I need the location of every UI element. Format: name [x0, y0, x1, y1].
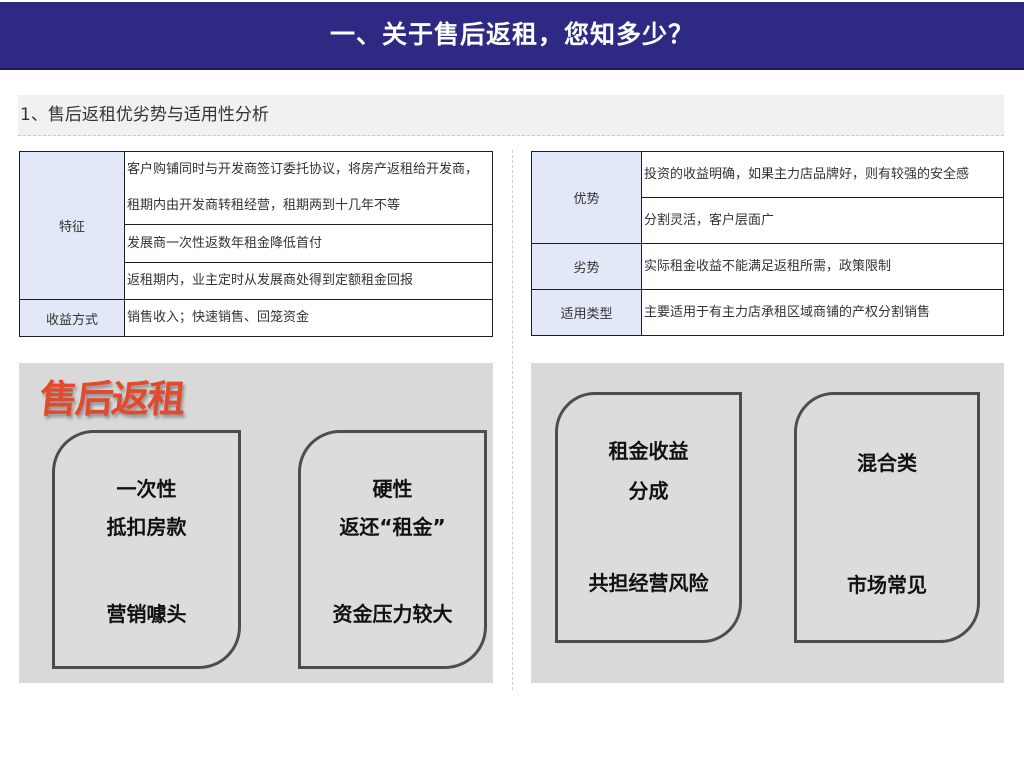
- header-banner: 一、关于售后返租，您知多少？: [0, 2, 1024, 70]
- feature-row-1: 客户购铺同时与开发商签订委托协议，将房产返租给开发商，租期内由开发商转租经营，租…: [124, 151, 493, 225]
- applicable-type-value: 主要适用于有主力店承租区域商铺的产权分割销售: [641, 289, 1004, 336]
- section-title: 1、售后返租优劣势与适用性分析: [20, 105, 269, 125]
- column-divider: [512, 150, 513, 690]
- card-hard-return-line3: 资金压力较大: [332, 602, 453, 626]
- advantage-label: 优势: [531, 151, 642, 244]
- feature-row-3: 返租期内，业主定时从发展商处得到定额租金回报: [124, 262, 493, 300]
- card-one-time-line1: 一次性: [116, 477, 177, 501]
- card-rent-share: 租金收益 分成 共担经营风险: [555, 392, 742, 643]
- card-hard-return-line2: 返还“租金”: [339, 515, 446, 539]
- applicable-type-label: 适用类型: [531, 289, 642, 336]
- pros-cons-table: 优势 投资的收益明确，如果主力店品牌好，则有较强的安全感 分割灵活，客户层面广 …: [531, 151, 1004, 336]
- advantage-row-2: 分割灵活，客户层面广: [641, 197, 1004, 244]
- income-value: 销售收入；快速销售、回笼资金: [124, 299, 493, 337]
- advantage-row-1: 投资的收益明确，如果主力店品牌好，则有较强的安全感: [641, 151, 1004, 198]
- income-label: 收益方式: [19, 299, 125, 337]
- disadvantage-value: 实际租金收益不能满足返租所需，政策限制: [641, 243, 1004, 290]
- card-one-time: 一次性 抵扣房款 营销噱头: [52, 430, 241, 669]
- card-one-time-line2: 抵扣房款: [106, 515, 187, 539]
- card-rent-share-line2: 分成: [628, 479, 669, 503]
- card-one-time-line3: 营销噱头: [106, 602, 187, 626]
- logo-text: 售后返租: [37, 376, 187, 421]
- card-hybrid: 混合类 市场常见: [794, 392, 980, 643]
- feature-label: 特征: [19, 151, 125, 300]
- card-hard-return-line1: 硬性: [372, 477, 413, 501]
- disadvantage-label: 劣势: [531, 243, 642, 290]
- card-rent-share-line1: 租金收益: [608, 439, 689, 463]
- card-hybrid-line2: 市场常见: [847, 573, 927, 597]
- card-hybrid-line1: 混合类: [857, 451, 917, 475]
- card-rent-share-line3: 共担经营风险: [588, 571, 709, 595]
- page-title: 一、关于售后返租，您知多少？: [329, 20, 694, 49]
- feature-row-2: 发展商一次性返数年租金降低首付: [124, 224, 493, 263]
- section-header: 1、售后返租优劣势与适用性分析: [18, 95, 1004, 136]
- features-table: 特征 客户购铺同时与开发商签订委托协议，将房产返租给开发商，租期内由开发商转租经…: [19, 151, 493, 337]
- card-hard-return: 硬性 返还“租金” 资金压力较大: [298, 430, 487, 669]
